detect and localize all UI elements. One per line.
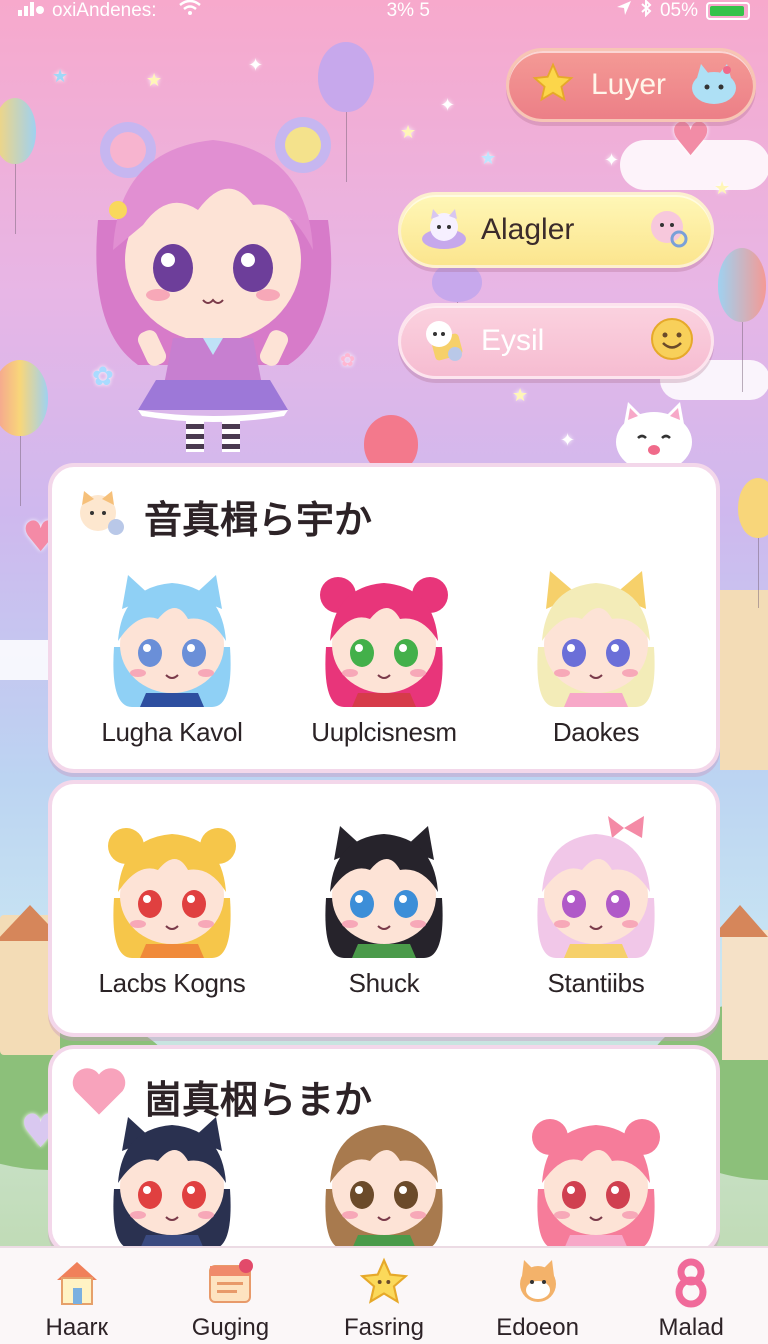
character-avatar [92, 808, 252, 962]
character-avatar [516, 808, 676, 962]
nav-item-favorites[interactable]: Fasring [309, 1248, 459, 1342]
character-avatar [304, 557, 464, 711]
character-name: Shuck [348, 968, 420, 998]
character-section-3: 崮真栶らまか [48, 1045, 720, 1255]
character-section-1: 音真楫ら宇か Lugha Kavol Uuplcisnesm Daokes [48, 463, 720, 773]
character-avatar [92, 557, 252, 711]
character-name: Daokes [552, 717, 640, 747]
character-name: Stantiibs [547, 968, 645, 998]
character-card[interactable]: Lugha Kavol [72, 557, 272, 748]
character-card[interactable] [72, 1099, 272, 1251]
signal-bars-icon [18, 0, 44, 22]
star-icon [531, 61, 575, 110]
nav-item-malad[interactable]: Malad [616, 1248, 766, 1342]
battery-icon [705, 2, 750, 20]
nav-item-pets[interactable]: Edoeon [463, 1248, 613, 1342]
character-name: Uuplcisnesm [311, 717, 457, 747]
character-card[interactable]: Uuplcisnesm [284, 557, 484, 748]
section-title: 音真楫ら宇か [144, 498, 373, 542]
character-avatar [516, 557, 676, 711]
shiba-dog-icon [512, 1256, 564, 1312]
carrier-label: oxiAndenes: [52, 0, 157, 21]
star-cookie-icon [358, 1256, 410, 1312]
kitten-ticket-icon [419, 314, 469, 369]
hero-avatar[interactable] [78, 110, 348, 455]
nav-item-home[interactable]: Haarк [2, 1248, 152, 1342]
layer-button-label: Luyer [591, 68, 667, 101]
calendar-icon [204, 1256, 256, 1312]
nav-label: Guging [191, 1314, 270, 1341]
kitten-section-icon [72, 487, 128, 541]
house-icon [51, 1256, 103, 1312]
character-avatar [304, 808, 464, 962]
eysil-button-label: Eysil [481, 324, 545, 357]
wifi-icon [178, 0, 201, 22]
character-grid: Lacbs Kogns Shuck Stantiibs [52, 808, 716, 999]
status-center-text: 3% 5 [386, 0, 430, 21]
battery-percent: 05% [659, 0, 698, 21]
nav-label: Haarк [45, 1314, 109, 1341]
character-grid: Lugha Kavol Uuplcisnesm Daokes [52, 557, 716, 748]
alagler-button-label: Alagler [481, 213, 575, 246]
nav-label: Malad [658, 1314, 724, 1341]
character-avatar [92, 1099, 252, 1251]
character-card[interactable] [496, 1099, 696, 1251]
kitten-mascot-icon [689, 60, 739, 111]
character-card[interactable]: Lacbs Kogns [72, 808, 272, 999]
character-avatar [304, 1099, 464, 1251]
smiley-badge-icon [649, 316, 695, 367]
character-name: Lacbs Kogns [98, 968, 246, 998]
eysil-button[interactable]: Eysil [398, 303, 714, 379]
character-section-2: Lacbs Kogns Shuck Stantiibs [48, 780, 720, 1037]
character-card[interactable] [284, 1099, 484, 1251]
alagler-button[interactable]: Alagler [398, 192, 714, 268]
nav-label: Edoeon [496, 1314, 579, 1341]
layer-button[interactable]: Luyer [506, 48, 756, 122]
status-bar: oxiAndenes: 3% 5 05% [0, 0, 768, 22]
nav-label: Fasring [343, 1314, 424, 1341]
pig-with-magnifier-icon [645, 205, 691, 256]
status-right: 05% [616, 0, 750, 23]
character-grid [52, 1099, 716, 1251]
location-arrow-icon [616, 0, 632, 22]
character-avatar [516, 1099, 676, 1251]
character-card[interactable]: Stantiibs [496, 808, 696, 999]
number-eight-icon [665, 1256, 717, 1312]
bottom-navigation: Haarк Guging Fasring Edoeon Malad [0, 1246, 768, 1344]
kitten-float-icon [419, 203, 469, 258]
character-name: Lugha Kavol [101, 717, 243, 747]
status-left: oxiAndenes: [18, 0, 201, 22]
character-card[interactable]: Daokes [496, 557, 696, 748]
bluetooth-icon [640, 0, 652, 23]
battery-level [709, 6, 745, 16]
nav-item-calendar[interactable]: Guging [155, 1248, 305, 1342]
character-card[interactable]: Shuck [284, 808, 484, 999]
